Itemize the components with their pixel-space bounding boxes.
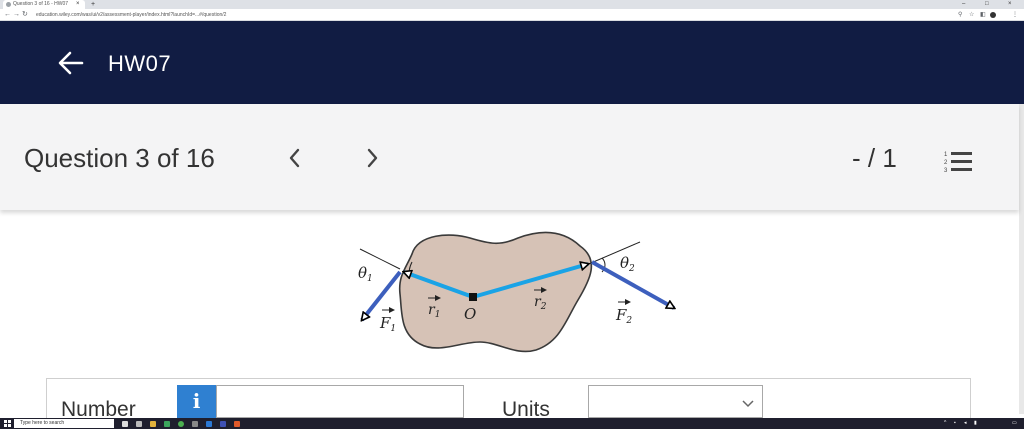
rigid-body-figure: θ1 θ2 O r1 r2 F1 F2 bbox=[358, 231, 690, 353]
chrome-icon[interactable] bbox=[178, 421, 184, 427]
tab-title: Question 3 of 16 - HW07 bbox=[13, 1, 69, 7]
question-nav-bar: Question 3 of 16 - / 1 1 2 3 bbox=[0, 104, 1019, 210]
taskbar-app-icon[interactable] bbox=[136, 421, 142, 427]
back-arrow-icon[interactable] bbox=[58, 49, 84, 77]
origin-label: O bbox=[464, 305, 476, 323]
taskbar-app-icon[interactable] bbox=[234, 421, 240, 427]
svg-text:2: 2 bbox=[944, 160, 948, 166]
network-icon[interactable]: ▪ bbox=[954, 418, 956, 429]
taskbar-app-icon[interactable] bbox=[164, 421, 170, 427]
browser-menu-icon[interactable]: ⋮ bbox=[1012, 9, 1018, 21]
units-select[interactable] bbox=[588, 385, 763, 418]
browser-back-icon[interactable]: ← bbox=[4, 9, 11, 21]
volume-icon[interactable]: ◂ bbox=[964, 418, 967, 429]
notification-icon[interactable]: ▭ bbox=[1012, 418, 1017, 429]
question-score: - / 1 bbox=[852, 143, 897, 173]
browser-address-bar: ← → ↻ education.wiley.com/was/ui/v2/asse… bbox=[0, 9, 1024, 21]
F1-label: F1 bbox=[379, 314, 396, 334]
maximize-button[interactable]: □ bbox=[985, 0, 989, 9]
file-explorer-icon[interactable] bbox=[150, 421, 156, 427]
info-button[interactable]: i bbox=[177, 385, 216, 418]
close-window-button[interactable]: × bbox=[1008, 0, 1012, 9]
theta2-label: θ2 bbox=[620, 254, 635, 274]
taskbar-app-icon[interactable] bbox=[220, 421, 226, 427]
next-question-button[interactable] bbox=[363, 144, 381, 172]
chevron-down-icon bbox=[742, 400, 754, 408]
page-scrollbar[interactable] bbox=[1019, 104, 1024, 414]
tray-chevron-icon[interactable]: ^ bbox=[944, 418, 946, 429]
battery-icon[interactable]: ▮ bbox=[974, 418, 977, 429]
F2-label: F2 bbox=[615, 306, 632, 326]
reload-icon[interactable]: ↻ bbox=[22, 9, 28, 21]
star-icon[interactable]: ☆ bbox=[969, 9, 974, 21]
taskbar-app-icon[interactable] bbox=[192, 421, 198, 427]
svg-text:1: 1 bbox=[944, 152, 948, 158]
taskbar-search[interactable]: Type here to search bbox=[14, 419, 114, 428]
new-tab-button[interactable]: + bbox=[91, 0, 95, 9]
browser-forward-icon[interactable]: → bbox=[13, 9, 20, 21]
assignment-title: HW07 bbox=[108, 51, 172, 76]
previous-question-button[interactable] bbox=[286, 144, 304, 172]
profile-avatar[interactable] bbox=[990, 12, 996, 18]
minimize-button[interactable]: – bbox=[962, 0, 965, 9]
tab-favicon-icon bbox=[6, 2, 11, 7]
windows-start-icon[interactable] bbox=[4, 420, 11, 427]
extension-icon[interactable]: ◧ bbox=[980, 9, 986, 21]
zoom-icon[interactable]: ⚲ bbox=[958, 9, 962, 21]
origin-point bbox=[469, 293, 477, 301]
theta1-label: θ1 bbox=[358, 264, 373, 284]
windows-taskbar: Type here to search ^ ▪ ◂ ▮ ▭ bbox=[0, 418, 1024, 429]
svg-text:3: 3 bbox=[944, 168, 948, 174]
browser-tabstrip: Question 3 of 16 - HW07 × + – □ × bbox=[0, 0, 1024, 9]
number-input[interactable] bbox=[216, 385, 464, 418]
tab-close-icon[interactable]: × bbox=[76, 0, 80, 9]
url-field[interactable]: education.wiley.com/was/ui/v2/assessment… bbox=[36, 11, 956, 19]
question-counter: Question 3 of 16 bbox=[24, 143, 215, 173]
browser-tab[interactable]: Question 3 of 16 - HW07 × bbox=[3, 0, 85, 9]
taskbar-app-icon[interactable] bbox=[206, 421, 212, 427]
question-list-icon[interactable]: 1 2 3 bbox=[942, 149, 974, 175]
task-view-icon[interactable] bbox=[122, 421, 128, 427]
